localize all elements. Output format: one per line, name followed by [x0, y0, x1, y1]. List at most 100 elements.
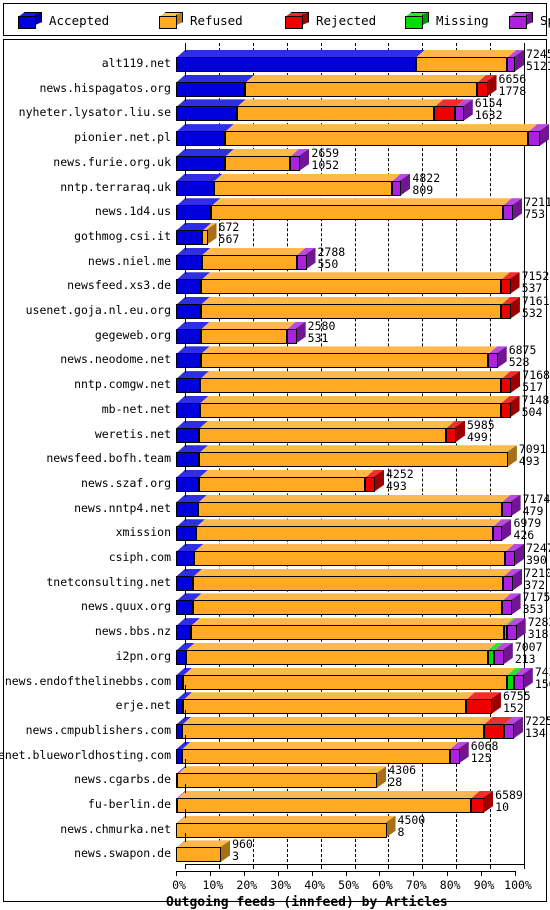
row-tick	[185, 92, 186, 102]
bar-segment-refused	[185, 649, 488, 665]
bar-segment-rejected	[501, 378, 512, 394]
y-axis-label: news.neodome.net	[60, 352, 171, 367]
bar-value-accepted: 28	[388, 775, 403, 790]
bar-segment-spooled	[507, 57, 515, 72]
y-axis-label: usenet.blueworldhosting.com	[0, 747, 171, 762]
legend-item-refused: Refused	[159, 4, 243, 37]
legend-item-spooled: Spooled	[509, 4, 550, 37]
bar-segment-spooled	[505, 551, 515, 566]
y-axis-label: weretis.net	[94, 426, 171, 441]
bar-value-accepted: 499	[467, 429, 488, 444]
bar-segment-rejected	[483, 723, 504, 739]
x-tick-mark-70	[413, 871, 415, 877]
bar-segment-rejected	[501, 304, 511, 319]
bar-value-accepted: 134	[524, 725, 546, 740]
bar-segment-refused	[190, 625, 505, 641]
bar-segment-spooled	[488, 353, 498, 369]
x-tick-mark-back-0	[185, 864, 186, 870]
row-tick	[185, 808, 186, 818]
bar-segment-refused	[245, 81, 478, 97]
x-tick-mark-0	[176, 871, 177, 877]
x-tick-mark-back-30	[286, 864, 288, 870]
bar-segment-refused	[181, 748, 450, 764]
bar-segment-spooled	[506, 625, 517, 641]
bar-segment-spooled	[503, 723, 514, 739]
bar-segment-accepted	[176, 205, 212, 221]
x-tick-mark-back-90	[490, 864, 492, 870]
row-tick	[185, 388, 186, 398]
row-tick	[185, 438, 186, 448]
bar-value-accepted: 3	[232, 849, 240, 864]
x-tick-label: 30%	[270, 878, 292, 893]
x-tick-label: 20%	[236, 878, 258, 893]
bar-segment-refused	[193, 575, 504, 591]
bar-segment-refused	[199, 476, 366, 492]
x-tick-mark-40	[311, 871, 313, 877]
x-tick-mark-back-50	[354, 864, 356, 870]
bar-segment-rejected	[446, 427, 456, 443]
bar-segment-refused	[201, 254, 297, 270]
bar-segment-spooled	[528, 131, 541, 147]
row-tick	[185, 67, 186, 77]
row-tick	[185, 117, 186, 127]
row-tick	[185, 364, 186, 374]
y-axis-label: usenet.goja.nl.eu.org	[25, 303, 171, 317]
bar-segment-spooled	[449, 748, 460, 764]
bar-segment-accepted	[176, 353, 201, 369]
row-tick	[185, 660, 186, 670]
y-axis-label: gothmog.csi.it	[74, 228, 171, 243]
x-tick-label: 50%	[338, 878, 359, 893]
y-axis-label: alt119.net	[101, 56, 171, 70]
x-tick-label: 40%	[304, 878, 325, 893]
x-tick-mark-80	[447, 871, 449, 877]
row-tick	[185, 240, 186, 250]
x-tick-label: 10%	[202, 878, 224, 893]
x-tick-mark-90	[481, 871, 483, 877]
bar-segment-spooled	[296, 254, 307, 270]
x-tick-mark-50	[345, 871, 347, 877]
x-tick-label: 60%	[372, 878, 393, 893]
y-axis-label: news.swapon.de	[74, 846, 171, 861]
x-tick-mark-back-100	[524, 864, 525, 870]
bar-segment-accepted	[176, 155, 226, 171]
y-axis-label: tnetconsulting.net	[46, 574, 171, 589]
bar-segment-spooled	[501, 501, 512, 517]
row-tick	[185, 586, 186, 596]
bar-value-accepted: 8	[397, 824, 405, 839]
y-axis-label: news.szaf.org	[80, 475, 171, 490]
chart-page: Accepted Refused Rejected Missing Spooled 0%…	[0, 0, 550, 910]
bar-segment-refused	[199, 402, 501, 418]
plot-area: 0% 10% 20% 30% 40% 50% 60% 70% 80% 90% 100% alt119.…	[0, 40, 550, 910]
bar-value-accepted: 567	[218, 231, 240, 246]
bar-segment-refused	[177, 773, 378, 789]
y-axis-label: news.cgarbs.de	[74, 772, 171, 787]
bar-segment-accepted	[176, 81, 246, 97]
row-tick	[185, 487, 186, 497]
bar-segment-accepted	[176, 452, 200, 468]
bar-value-accepted: 1052	[311, 157, 340, 172]
bar-segment-refused	[202, 229, 208, 245]
legend-label: Accepted	[49, 13, 110, 28]
row-tick	[185, 734, 186, 744]
bar-segment-refused	[224, 131, 529, 147]
bar-segment-accepted	[176, 476, 200, 492]
bar-segment-refused	[199, 427, 447, 443]
cube-icon	[18, 12, 42, 29]
bar-segment-refused	[211, 205, 503, 221]
bar-segment-refused	[415, 57, 508, 72]
legend-label: Spooled	[540, 13, 550, 28]
bar-value-accepted: 10	[495, 800, 509, 814]
y-axis-label: news.nntp4.net	[74, 500, 171, 515]
x-tick-label: 0%	[172, 878, 186, 893]
bar-segment-refused	[200, 304, 502, 319]
y-axis-label: gegeweb.org	[94, 327, 171, 342]
y-axis-label: fu-berlin.de	[87, 797, 171, 811]
bar-value-accepted: 753	[524, 207, 546, 222]
row-tick	[185, 191, 186, 201]
x-tick-mark-back-70	[422, 864, 424, 870]
x-tick-mark-30	[277, 871, 279, 877]
bar-segment-accepted	[176, 674, 184, 690]
bar-segment-accepted	[176, 279, 202, 295]
legend-item-accepted: Accepted	[18, 4, 109, 37]
bar-segment-spooled	[286, 328, 297, 344]
